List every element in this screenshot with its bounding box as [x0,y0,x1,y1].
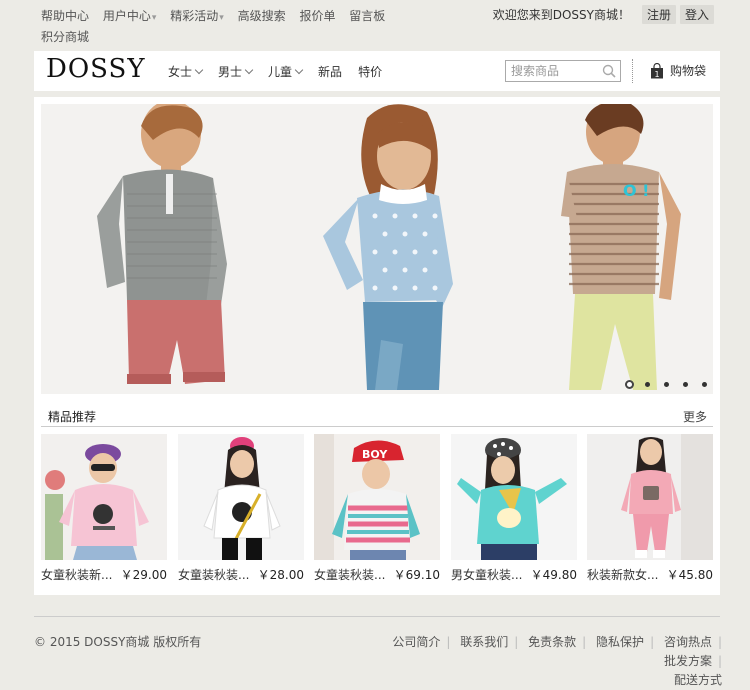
banner-image: O ! [41,104,713,394]
main-content: O ! 精品推荐 更多 女童秋装新... ￥29.00 女童装秋装... ￥28… [34,97,720,595]
product-image[interactable] [41,434,167,560]
account-area: 欢迎您来到DOSSY商城！ 注册 登入 [493,5,714,24]
top-link-advanced-search[interactable]: 高级搜索 [238,9,286,23]
chevron-down-icon [244,65,254,74]
cart-label: 购物袋 [670,64,707,78]
product-price: ￥49.80 [530,568,577,582]
product-name[interactable]: 秋装新款女... [587,566,658,583]
footer-link-wholesale[interactable]: 批发方案 [664,654,712,668]
product-image[interactable] [587,434,713,560]
product-price: ￥69.10 [393,568,440,582]
footer-links: 公司简介 | 联系我们 | 免责条款 | 隐私保护 | 咨询热点 | 批发方案 | 配送方式 [320,633,722,690]
shopping-bag-icon: 1 [651,62,663,79]
search-input[interactable] [506,61,600,81]
nav-item-women[interactable]: 女士 [168,63,204,80]
welcome-text: 欢迎您来到DOSSY商城！ [492,8,630,22]
top-links: 帮助中心 用户中心▾ 精彩活动▾ 高级搜索 报价单 留言板 积分商城 [36,7,416,47]
nav-label: 特价 [358,65,383,79]
dropdown-arrow-icon: ▾ [219,13,224,23]
product-meta: 女童装秋装... ￥28.00 [178,566,304,586]
product-card[interactable]: 秋装新款女... ￥45.80 [587,434,713,586]
footer-link-shipping[interactable]: 配送方式 [674,673,722,687]
cart-button[interactable]: 1 购物袋 [650,62,706,79]
nav-item-men[interactable]: 男士 [218,63,254,80]
cart-count: 1 [654,70,659,79]
top-link-quotes[interactable]: 报价单 [299,9,335,23]
register-button[interactable]: 注册 [641,5,676,24]
product-card[interactable]: 女童秋装新... ￥29.00 [41,434,167,586]
footer-link-about[interactable]: 公司简介 [392,635,440,649]
footer-link-contact[interactable]: 联系我们 [460,635,508,649]
product-name[interactable]: 女童秋装新... [41,566,112,583]
chevron-down-icon [194,65,204,74]
svg-text:O !: O ! [623,181,649,200]
product-name[interactable]: 女童装秋装... [314,566,385,583]
footer-separator: | [650,635,655,649]
product-meta: 男女童秋装... ￥49.80 [451,566,577,586]
footer-separator: | [717,654,722,668]
footer-separator: | [582,635,587,649]
slide-dot-2[interactable] [645,382,650,387]
nav-item-sale[interactable]: 特价 [358,63,382,80]
slide-dot-5[interactable] [702,382,707,387]
footer-link-faq[interactable]: 咨询热点 [664,635,712,649]
divider [632,59,633,83]
top-link-guestbook[interactable]: 留言板 [349,9,385,23]
product-price: ￥29.00 [120,568,167,582]
product-image[interactable] [178,434,304,560]
main-header: DOSSY 女士 男士 儿童 新品 特价 1 购物袋 [34,51,720,91]
product-price: ￥45.80 [666,568,713,582]
product-image[interactable] [451,434,577,560]
footer-separator: | [717,635,722,649]
slide-indicators [621,380,713,389]
top-link-activities[interactable]: 精彩活动▾ [170,9,224,23]
nav-item-new[interactable]: 新品 [318,63,342,80]
slide-dot-3[interactable] [664,382,669,387]
nav-label: 儿童 [268,65,293,79]
product-card[interactable]: 女童装秋装... ￥28.00 [178,434,304,586]
product-meta: 女童装秋装... ￥69.10 [314,566,440,586]
more-link[interactable]: 更多 [683,408,707,425]
product-image[interactable]: BOY [314,434,440,560]
dropdown-arrow-icon: ▾ [151,13,157,23]
search-box [505,60,621,82]
footer-link-privacy[interactable]: 隐私保护 [596,635,644,649]
footer-separator: | [446,635,451,649]
main-nav: 女士 男士 儿童 新品 特价 [168,63,398,80]
nav-item-kids[interactable]: 儿童 [268,63,304,80]
footer-link-disclaimer[interactable]: 免责条款 [528,635,576,649]
product-meta: 秋装新款女... ￥45.80 [587,566,713,586]
product-price: ￥28.00 [257,568,304,582]
hero-banner[interactable]: O ! [41,104,713,394]
product-name[interactable]: 男女童秋装... [451,566,522,583]
recommend-title: 精品推荐 [48,410,97,424]
top-link-points-mall[interactable]: 积分商城 [41,30,89,44]
product-card[interactable]: 男女童秋装... ￥49.80 [451,434,577,586]
login-button[interactable]: 登入 [679,5,714,24]
top-link-help[interactable]: 帮助中心 [41,9,89,23]
slide-dot-4[interactable] [683,382,688,387]
product-name[interactable]: 女童装秋装... [178,566,249,583]
top-bar: 帮助中心 用户中心▾ 精彩活动▾ 高级搜索 报价单 留言板 积分商城 欢迎您来到… [0,0,750,48]
top-link-user-center[interactable]: 用户中心▾ [103,9,157,23]
footer-divider [34,616,720,617]
recommend-header: 精品推荐 更多 [41,405,713,427]
logo[interactable]: DOSSY [46,54,146,84]
footer-separator: | [514,635,519,649]
product-card[interactable]: BOY 女童装秋装... ￥69.10 [314,434,440,586]
nav-label: 女士 [168,65,193,79]
product-meta: 女童秋装新... ￥29.00 [41,566,167,586]
chevron-down-icon [294,65,304,74]
nav-label: 男士 [218,65,243,79]
product-list: 女童秋装新... ￥29.00 女童装秋装... ￥28.00 BOY 女童装秋… [41,434,713,584]
slide-dot-1[interactable] [625,380,634,389]
search-icon[interactable] [602,64,616,78]
copyright: © 2015 DOSSY商城 版权所有 [34,635,202,649]
nav-label: 新品 [318,65,343,79]
